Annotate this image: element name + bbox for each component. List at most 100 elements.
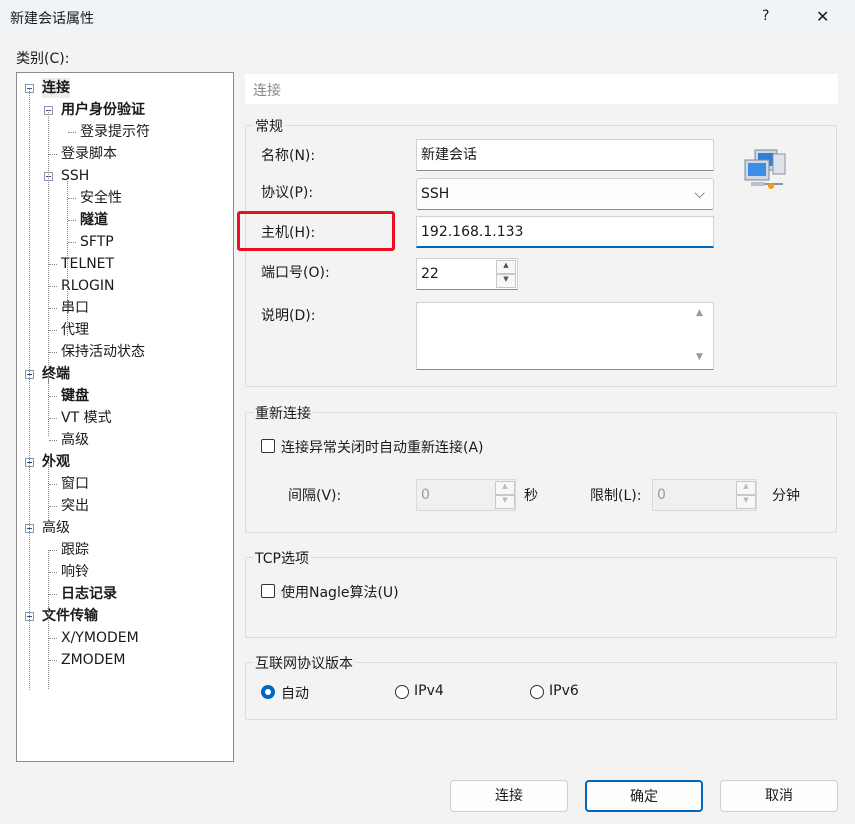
tree-connector xyxy=(68,198,76,199)
tree-connector xyxy=(49,418,57,419)
tree-connector xyxy=(49,550,57,551)
tree-item[interactable]: 串口 xyxy=(61,298,89,318)
tree-connector xyxy=(68,242,76,243)
tree-item[interactable]: 隧道 xyxy=(80,210,108,230)
tree-item[interactable]: 登录脚本 xyxy=(61,144,117,164)
port-label: 端口号(O): xyxy=(261,265,330,281)
tree-item[interactable]: 日志记录 xyxy=(61,584,117,604)
tree-connector xyxy=(49,264,57,265)
tree-item[interactable]: X/YMODEM xyxy=(61,628,139,648)
port-up-button[interactable]: ▲ xyxy=(496,260,516,274)
tree-item[interactable]: 跟踪 xyxy=(61,540,89,560)
window-title: 新建会话属性 xyxy=(10,11,94,27)
tree-item[interactable]: SSH xyxy=(61,166,89,186)
scroll-down-icon[interactable]: ▼ xyxy=(696,352,703,362)
tree-connector xyxy=(49,154,57,155)
tree-item[interactable]: 突出 xyxy=(61,496,89,516)
tree-connector xyxy=(29,88,30,690)
scroll-up-icon[interactable]: ▲ xyxy=(696,308,703,318)
tree-connector xyxy=(49,660,57,661)
radio-auto[interactable] xyxy=(261,685,275,699)
category-label: 类别(C): xyxy=(16,51,70,67)
tree-item[interactable]: TELNET xyxy=(61,254,114,274)
tree-connector xyxy=(48,110,49,383)
limit-down-button[interactable]: ▼ xyxy=(736,495,756,509)
tree-connector xyxy=(68,220,76,221)
tree-item[interactable]: SFTP xyxy=(80,232,114,252)
tree-connector xyxy=(49,572,57,573)
tree-connector xyxy=(49,396,57,397)
reconnect-title: 重新连接 xyxy=(253,403,313,423)
help-button[interactable]: ? xyxy=(762,8,769,24)
interval-down-button[interactable]: ▼ xyxy=(495,495,515,509)
name-input[interactable]: 新建会话 xyxy=(416,139,714,171)
tree-connector xyxy=(49,330,57,331)
auto-reconnect-label: 连接异常关闭时自动重新连接(A) xyxy=(281,440,484,456)
auto-reconnect-checkbox[interactable] xyxy=(261,439,275,453)
section-header: 连接 xyxy=(245,74,838,104)
tree-connector xyxy=(49,352,57,353)
host-input[interactable]: 192.168.1.133 xyxy=(416,216,714,248)
tree-item[interactable]: 高级 xyxy=(42,518,70,538)
tree-item[interactable]: 登录提示符 xyxy=(80,122,150,142)
tree-item[interactable]: 安全性 xyxy=(80,188,122,208)
tree-item[interactable]: 终端 xyxy=(42,364,70,384)
tree-connector xyxy=(49,286,57,287)
category-tree[interactable]: 连接 用户身份验证 登录提示符 登录脚本 SSH 安全性 隧道 SFTP TELNET RLOGI… xyxy=(16,72,234,762)
interval-unit: 秒 xyxy=(524,488,538,504)
ip-version-title: 互联网协议版本 xyxy=(253,653,355,673)
tree-item[interactable]: 连接 xyxy=(42,78,70,98)
host-label: 主机(H): xyxy=(261,225,316,241)
tree-connector xyxy=(49,638,57,639)
tree-connector xyxy=(68,132,76,133)
tree-item[interactable]: VT 模式 xyxy=(61,408,112,428)
tree-item[interactable]: ZMODEM xyxy=(61,650,125,670)
description-label: 说明(D): xyxy=(261,308,316,324)
description-textarea[interactable] xyxy=(416,302,714,370)
tree-item[interactable]: 文件传输 xyxy=(42,606,98,626)
tcp-title: TCP选项 xyxy=(253,548,311,568)
general-title: 常规 xyxy=(253,116,285,136)
tree-connector xyxy=(67,176,68,336)
tree-connector xyxy=(48,462,49,524)
chevron-down-icon: ⌵ xyxy=(694,186,705,202)
name-label: 名称(N): xyxy=(261,148,316,164)
tree-connector xyxy=(49,308,57,309)
limit-up-button[interactable]: ▲ xyxy=(736,481,756,495)
tree-item[interactable]: 外观 xyxy=(42,452,70,472)
tree-item[interactable]: 代理 xyxy=(61,320,89,340)
tree-item[interactable]: 窗口 xyxy=(61,474,89,494)
tree-connector xyxy=(48,616,49,689)
tree-item[interactable]: 保持活动状态 xyxy=(61,342,145,362)
port-down-button[interactable]: ▼ xyxy=(496,274,516,288)
radio-auto-label: 自动 xyxy=(281,686,309,702)
title-bar: 新建会话属性 ? ✕ xyxy=(0,0,855,36)
tree-connector xyxy=(49,594,57,595)
network-computers-icon xyxy=(744,149,786,189)
nagle-checkbox[interactable] xyxy=(261,584,275,598)
reconnect-group xyxy=(245,412,837,533)
ok-button[interactable]: 确定 xyxy=(585,780,703,812)
cancel-button[interactable]: 取消 xyxy=(720,780,838,812)
close-button[interactable]: ✕ xyxy=(816,7,829,26)
protocol-select[interactable]: SSH ⌵ xyxy=(416,178,714,210)
tree-connector xyxy=(49,440,57,441)
connect-button[interactable]: 连接 xyxy=(450,780,568,812)
tree-connector xyxy=(48,374,49,436)
tree-connector xyxy=(49,506,57,507)
interval-label: 间隔(V): xyxy=(288,488,342,504)
radio-ipv6[interactable] xyxy=(530,685,544,699)
tree-item[interactable]: 响铃 xyxy=(61,562,89,582)
protocol-value: SSH xyxy=(421,186,450,202)
tree-item[interactable]: 用户身份验证 xyxy=(61,100,145,120)
radio-ipv4[interactable] xyxy=(395,685,409,699)
tree-item[interactable]: 高级 xyxy=(61,430,89,450)
tree-item[interactable]: RLOGIN xyxy=(61,276,115,296)
radio-ipv6-label: IPv6 xyxy=(549,683,579,699)
limit-unit: 分钟 xyxy=(772,488,800,504)
tree-connector xyxy=(49,484,57,485)
tree-item[interactable]: 键盘 xyxy=(61,386,89,406)
interval-up-button[interactable]: ▲ xyxy=(495,481,515,495)
protocol-label: 协议(P): xyxy=(261,185,314,201)
nagle-label: 使用Nagle算法(U) xyxy=(281,585,399,601)
